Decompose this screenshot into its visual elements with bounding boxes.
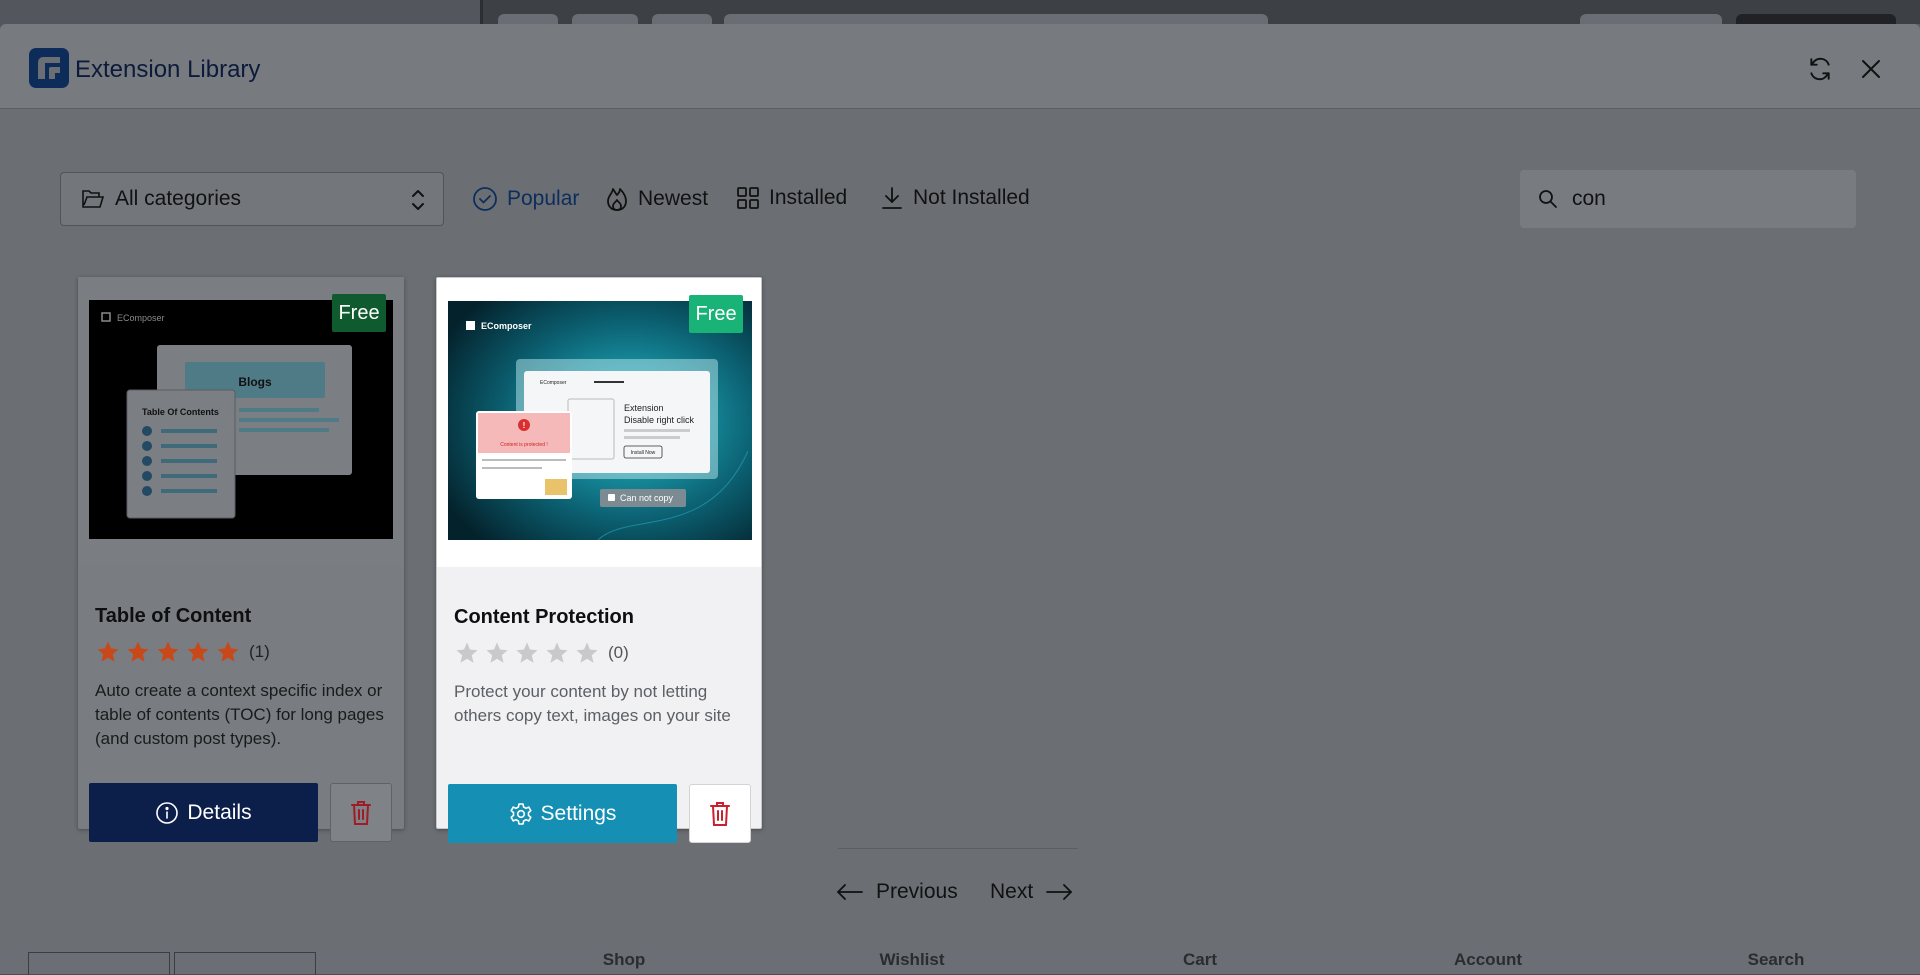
star-empty-icon xyxy=(516,642,538,663)
extension-card-table-of-content[interactable]: EComposer Blogs Table Of Contents Free T… xyxy=(78,277,404,842)
tab-not-installed[interactable]: Not Installed xyxy=(880,186,1030,210)
rating-stars: (1) xyxy=(95,640,270,664)
modal-header: Extension Library xyxy=(0,24,1920,109)
rating-count: (1) xyxy=(249,642,270,661)
background-tab xyxy=(174,952,316,975)
star-empty-icon xyxy=(486,642,508,663)
bottom-nav-wishlist: Wishlist xyxy=(879,950,945,969)
next-label: Next xyxy=(990,880,1034,903)
free-badge: Free xyxy=(689,295,743,333)
delete-button[interactable] xyxy=(689,784,751,843)
star-filled-icon xyxy=(97,641,119,662)
star-filled-icon xyxy=(157,641,179,662)
bottom-nav-search: Search xyxy=(1747,950,1805,969)
background-bottom-nav: Shop Wishlist Cart Account Search xyxy=(480,950,1920,974)
previous-page-button[interactable]: Previous xyxy=(836,880,958,904)
free-badge: Free xyxy=(332,294,386,332)
settings-button-label: Settings xyxy=(540,801,617,825)
flame-icon xyxy=(607,188,627,211)
svg-text:Disable right click: Disable right click xyxy=(624,415,695,425)
trash-icon xyxy=(351,800,371,825)
folder-icon xyxy=(82,190,105,208)
star-empty-icon xyxy=(456,642,478,663)
rating-count: (0) xyxy=(608,643,629,662)
tab-installed[interactable]: Installed xyxy=(736,186,847,210)
svg-text:EComposer: EComposer xyxy=(540,380,567,386)
grid-icon xyxy=(737,187,759,209)
gear-icon xyxy=(509,802,532,825)
details-button[interactable]: Details xyxy=(89,783,318,842)
star-empty-icon xyxy=(576,642,598,663)
content-protection-thumbnail: EComposer EComposer Extension Disable ri… xyxy=(448,301,752,540)
chevron-up-down-icon xyxy=(412,190,424,210)
tab-not-installed-label: Not Installed xyxy=(913,186,1030,209)
svg-text:Content is protected !: Content is protected ! xyxy=(500,442,548,448)
bottom-nav-shop: Shop xyxy=(602,950,646,969)
background-tab xyxy=(28,952,170,975)
info-icon xyxy=(156,801,179,824)
close-icon xyxy=(1862,60,1880,78)
star-filled-icon xyxy=(187,641,209,662)
tab-popular[interactable]: Popular xyxy=(472,186,579,212)
star-filled-icon xyxy=(217,641,239,662)
pagination-divider xyxy=(838,848,1078,849)
svg-text:Table Of Contents: Table Of Contents xyxy=(142,407,219,417)
download-icon xyxy=(882,187,902,209)
card-thumbnail-area: EComposer EComposer Extension Disable ri… xyxy=(437,278,761,567)
bottom-nav-account: Account xyxy=(1454,950,1522,969)
star-empty-icon xyxy=(546,642,568,663)
bottom-nav-cart: Cart xyxy=(1182,950,1217,969)
ecomposer-logo-icon xyxy=(29,48,69,88)
delete-button[interactable] xyxy=(330,783,392,842)
search-icon xyxy=(1539,190,1557,208)
tab-newest-label: Newest xyxy=(638,187,709,210)
card-title: Table of Content xyxy=(95,605,252,627)
trash-icon xyxy=(710,801,730,826)
check-circle-icon xyxy=(473,187,497,211)
card-description: Protect your content by not letting othe… xyxy=(454,682,731,725)
svg-text:Extension: Extension xyxy=(624,403,664,413)
extension-card-content-protection[interactable]: EComposer EComposer Extension Disable ri… xyxy=(436,277,762,843)
background-bottom-tabs xyxy=(0,950,480,975)
tab-newest[interactable]: Newest xyxy=(605,186,708,212)
arrow-left-icon xyxy=(837,884,863,900)
modal-title: Extension Library xyxy=(75,56,261,83)
svg-text:Install Now: Install Now xyxy=(631,450,656,456)
tab-popular-label: Popular xyxy=(507,187,580,210)
close-button[interactable] xyxy=(1856,54,1886,84)
next-page-button[interactable]: Next xyxy=(990,880,1073,904)
svg-text:EComposer: EComposer xyxy=(117,313,165,323)
card-thumbnail-area: EComposer Blogs Table Of Contents Free xyxy=(78,277,404,566)
previous-label: Previous xyxy=(876,880,958,903)
svg-text:Blogs: Blogs xyxy=(238,375,272,389)
tab-installed-label: Installed xyxy=(769,186,848,209)
category-select-value: All categories xyxy=(115,187,242,210)
star-filled-icon xyxy=(127,641,149,662)
table-of-content-thumbnail: EComposer Blogs Table Of Contents xyxy=(89,300,393,539)
category-select[interactable]: All categories xyxy=(60,172,444,226)
search-box[interactable] xyxy=(1520,170,1856,228)
extension-library-modal: Extension Library All categories Popular… xyxy=(0,24,1920,950)
refresh-icon xyxy=(1810,57,1830,81)
arrow-right-icon xyxy=(1046,884,1073,900)
search-input[interactable] xyxy=(1570,186,1834,212)
card-description: Auto create a context specific index or … xyxy=(95,681,384,748)
rating-stars: (0) xyxy=(454,641,629,665)
details-button-label: Details xyxy=(187,800,252,824)
svg-text:EComposer: EComposer xyxy=(481,321,532,331)
card-title: Content Protection xyxy=(454,606,634,628)
settings-button[interactable]: Settings xyxy=(448,784,677,843)
svg-text:!: ! xyxy=(523,421,526,430)
refresh-button[interactable] xyxy=(1805,54,1835,84)
svg-text:Can not copy: Can not copy xyxy=(620,493,674,503)
